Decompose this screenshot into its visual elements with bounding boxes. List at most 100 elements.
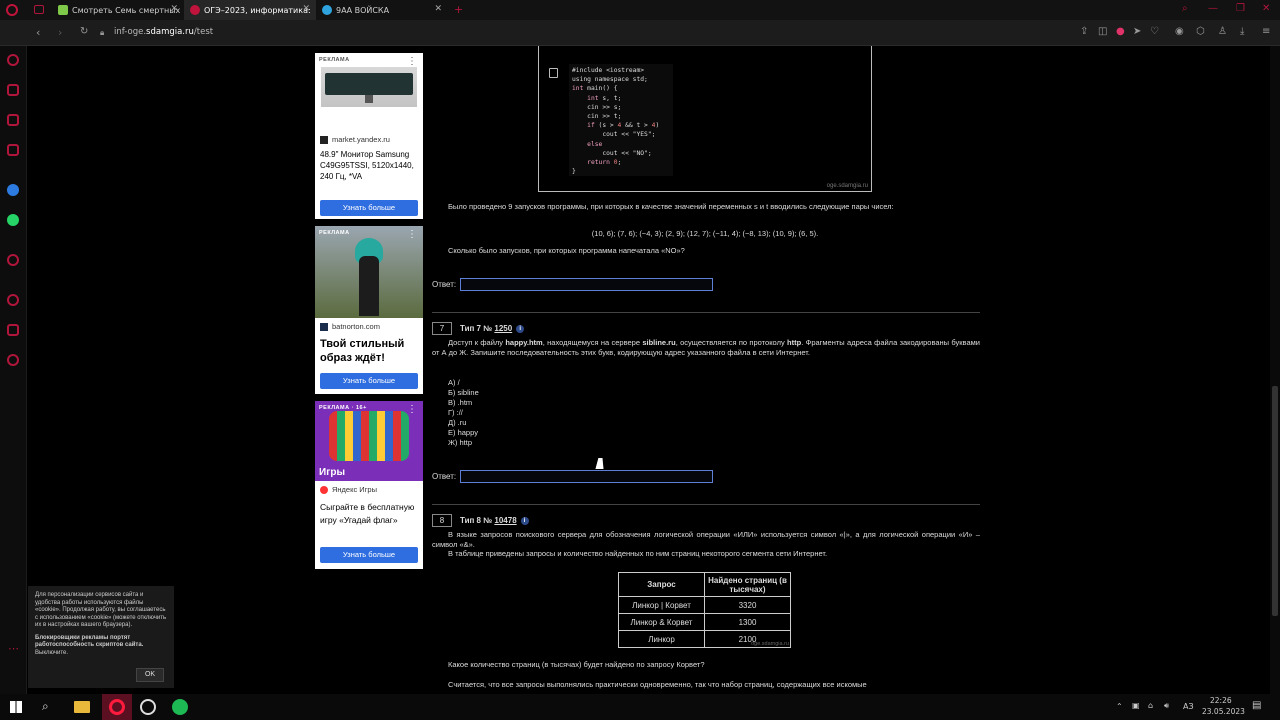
flags-collage	[329, 411, 409, 461]
q7-answer-input[interactable]	[460, 470, 714, 483]
table-cell: 1300	[704, 613, 791, 631]
download-icon[interactable]: ⤓	[1240, 26, 1244, 37]
option-b: Б) sibline	[448, 388, 479, 397]
ad-menu-icon[interactable]: ⋮	[407, 229, 417, 240]
q7-type: Тип 7 № 1250 i	[460, 324, 525, 333]
shopping-icon[interactable]	[7, 84, 19, 96]
history-icon[interactable]	[7, 294, 19, 306]
url-path: /test	[193, 27, 214, 37]
close-tab-icon[interactable]: ✕	[434, 4, 442, 14]
language-indicator[interactable]: АЗ	[1183, 702, 1194, 711]
forward-icon[interactable]: ›	[58, 26, 62, 39]
ad-learn-more-button[interactable]: Узнать больше	[320, 373, 418, 389]
tab-label: 9АА ВОЙСКА	[336, 5, 390, 15]
q8-id-link[interactable]: 10478	[494, 516, 516, 525]
box-icon[interactable]	[7, 324, 19, 336]
spotify-icon[interactable]	[172, 699, 188, 715]
q7-id-link[interactable]: 1250	[494, 324, 512, 333]
opera-icon	[109, 699, 125, 715]
close-window-icon[interactable]: ✕	[1262, 3, 1270, 14]
url-field[interactable]: inf-oge.sdamgia.ru/test	[114, 27, 213, 37]
clock-time[interactable]: 22:26	[1210, 696, 1232, 705]
gear-icon[interactable]	[7, 354, 19, 366]
speed-dial-icon[interactable]	[7, 54, 19, 66]
table-row: Линкор & Корвет 1300	[618, 613, 791, 631]
q6-question: Сколько было запусков, при которых прогр…	[448, 246, 685, 255]
monitor-stand	[365, 95, 373, 103]
ad-label: РЕКЛАМА · 16+	[319, 405, 367, 411]
network-icon[interactable]: ⌂	[1148, 701, 1153, 710]
ad-menu-icon[interactable]: ⋮	[407, 404, 417, 415]
title-bar: Смотреть Семь смертных ✕ ОГЭ–2023, инфор…	[0, 0, 1280, 20]
tab-1[interactable]: Смотреть Семь смертных ✕	[52, 0, 184, 20]
info-icon[interactable]: i	[516, 325, 525, 333]
ad-learn-more-button[interactable]: Узнать больше	[320, 547, 418, 563]
scrollbar[interactable]	[1270, 46, 1280, 694]
more-icon[interactable]: ⋯	[8, 642, 19, 655]
search-icon[interactable]: ⌕	[42, 699, 58, 715]
back-icon[interactable]: ‹	[36, 26, 40, 39]
extensions-icon[interactable]: ⬡	[1196, 26, 1205, 37]
ad-banner-2[interactable]: РЕКЛАМА ⋮ batnorton.com Твой стильный об…	[315, 226, 423, 394]
twitch-icon[interactable]	[7, 114, 19, 126]
notifications-icon[interactable]: ▤	[1252, 700, 1261, 711]
cookie-ok-button[interactable]: OK	[136, 668, 164, 682]
tab-label: ОГЭ–2023, информатика:	[204, 5, 311, 15]
whatsapp-icon[interactable]	[7, 214, 19, 226]
tab-2[interactable]: ОГЭ–2023, информатика: ✕	[184, 0, 316, 20]
url-prefix: inf-oge.	[114, 27, 147, 37]
send-icon[interactable]: ➤	[1133, 26, 1141, 37]
scrollbar-thumb[interactable]	[1272, 386, 1278, 616]
vpn-icon[interactable]: ◉	[1175, 26, 1184, 37]
ad-title: Сыграйте в бесплатную игру «Угадай флаг»	[320, 502, 415, 525]
q6-answer-input[interactable]	[460, 278, 714, 291]
close-tab-icon[interactable]: ✕	[170, 4, 178, 14]
watermark: oge.sdamgia.ru	[751, 641, 789, 647]
page-content: РЕКЛАМА ⋮ market.yandex.ru 48.9" Монитор…	[28, 46, 1270, 694]
ad-learn-more-button[interactable]: Узнать больше	[320, 200, 418, 216]
clock-date[interactable]: 23.05.2023	[1202, 707, 1245, 716]
new-tab-icon[interactable]: +	[454, 3, 463, 16]
tray-app-icon[interactable]: ▣	[1132, 701, 1140, 710]
ad-banner-3[interactable]: Игры РЕКЛАМА · 16+ ⋮ Яндекс Игры Сыграйт…	[315, 401, 423, 569]
settings-icon[interactable]	[7, 254, 19, 266]
ad-menu-icon[interactable]: ⋮	[407, 56, 417, 67]
account-icon[interactable]: ♙	[1218, 26, 1227, 37]
workspace-icon[interactable]	[34, 5, 44, 14]
reload-icon[interactable]: ↻	[80, 26, 88, 37]
messenger-icon[interactable]	[7, 184, 19, 196]
q7-protocol: http	[787, 338, 802, 347]
camera-icon[interactable]: ◫	[1098, 26, 1107, 37]
opera-logo-icon[interactable]	[6, 4, 18, 16]
share-icon[interactable]: ⇪	[1080, 26, 1088, 37]
maximize-icon[interactable]: ❐	[1236, 3, 1245, 14]
q7-server: sibline.ru	[642, 338, 676, 347]
type-label: Тип 7 №	[460, 324, 493, 333]
heart-icon[interactable]: ♡	[1150, 26, 1159, 37]
tab-3[interactable]: 9АА ВОЙСКА ✕	[316, 0, 448, 20]
code-block: #include <iostream> using namespace std;…	[569, 64, 673, 176]
q7-text-a: Доступ к файлу	[448, 338, 504, 347]
table-cell: Линкор | Корвет	[618, 596, 705, 614]
tray-chevron-icon[interactable]: ⌃	[1116, 702, 1123, 711]
close-tab-icon[interactable]: ✕	[302, 4, 310, 14]
file-explorer-icon[interactable]	[74, 701, 90, 713]
minimize-icon[interactable]: —	[1208, 3, 1218, 14]
windows-start-icon[interactable]	[10, 701, 22, 713]
copy-icon[interactable]	[549, 68, 558, 78]
news-icon[interactable]	[7, 144, 19, 156]
site-favicon-icon	[58, 5, 68, 15]
ad-banner-1[interactable]: РЕКЛАМА ⋮ market.yandex.ru 48.9" Монитор…	[315, 53, 423, 219]
column-header: Найдено страниц (в тысячах)	[704, 572, 791, 597]
monitor-image	[321, 67, 417, 107]
opera-taskbar-item[interactable]	[102, 694, 132, 720]
volume-icon[interactable]: 🔊︎	[1164, 701, 1169, 711]
q8-text2: В таблице приведены запросы и количество…	[448, 549, 828, 558]
source-icon	[320, 135, 328, 144]
search-tabs-icon[interactable]: ⌕	[1182, 3, 1188, 14]
info-icon[interactable]: i	[520, 517, 529, 525]
record-icon[interactable]: ●	[1116, 26, 1125, 37]
answer-label: Ответ:	[432, 472, 457, 481]
obs-icon[interactable]	[140, 699, 156, 715]
menu-icon[interactable]: ≡	[1262, 26, 1270, 37]
